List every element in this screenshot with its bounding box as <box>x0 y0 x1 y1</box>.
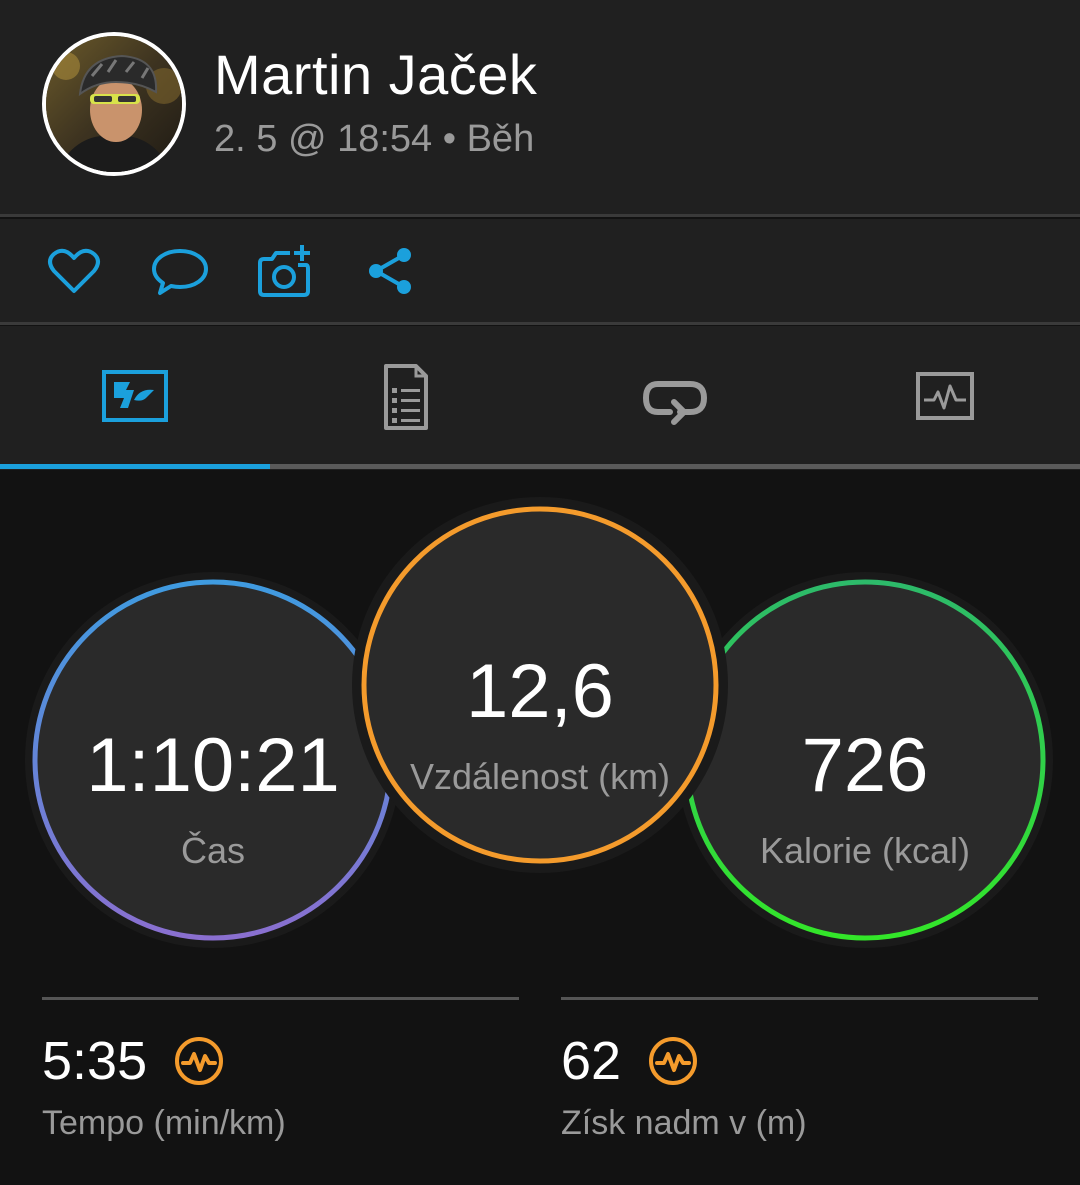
comment-button[interactable] <box>150 241 210 301</box>
calories-label: Kalorie (kcal) <box>759 830 971 871</box>
user-name[interactable]: Martin Jaček <box>214 42 537 107</box>
pace-label: Tempo (min/km) <box>42 1104 286 1142</box>
activity-header: Martin Jaček 2. 5 @ 18:54 • Běh <box>0 0 1080 216</box>
charts-icon <box>916 372 974 420</box>
activity-pulse-icon[interactable] <box>648 1036 698 1086</box>
activity-tabs <box>0 326 1080 470</box>
comment-icon <box>152 249 208 295</box>
add-photo-icon <box>258 245 310 297</box>
pace-divider <box>42 997 519 1000</box>
active-tab-indicator <box>0 464 270 469</box>
distance-label: Vzdálenost (km) <box>409 756 671 797</box>
details-document-icon <box>384 364 428 430</box>
summary-stats: 1:10:21 Čas 726 Kalorie (kcal) 12,6 Vzdá… <box>0 470 1080 970</box>
social-actions-bar <box>0 219 1080 323</box>
calories-value: 726 <box>801 723 929 808</box>
distance-value: 12,6 <box>466 649 614 734</box>
time-label: Čas <box>180 830 246 871</box>
tab-overview[interactable] <box>0 326 270 466</box>
map-overview-icon <box>102 370 168 422</box>
user-avatar[interactable] <box>42 32 186 176</box>
actions-divider <box>0 322 1080 325</box>
tab-charts[interactable] <box>810 326 1080 466</box>
activity-date-type: 2. 5 @ 18:54 • Běh <box>214 118 535 160</box>
tab-laps[interactable] <box>540 326 810 466</box>
elevation-divider <box>561 997 1038 1000</box>
add-photo-button[interactable] <box>254 241 314 301</box>
avatar-image <box>46 36 182 172</box>
like-button[interactable] <box>44 241 104 301</box>
activity-pulse-icon[interactable] <box>174 1036 224 1086</box>
share-icon <box>369 248 411 294</box>
elevation-value: 62 <box>561 1031 622 1091</box>
laps-icon <box>642 381 708 425</box>
time-value: 1:10:21 <box>86 723 340 808</box>
pace-value: 5:35 <box>42 1031 148 1091</box>
tab-details[interactable] <box>270 326 540 466</box>
elevation-label: Získ nadm v (m) <box>561 1104 807 1142</box>
heart-icon <box>48 248 100 293</box>
header-divider <box>0 214 1080 217</box>
share-button[interactable] <box>360 241 420 301</box>
